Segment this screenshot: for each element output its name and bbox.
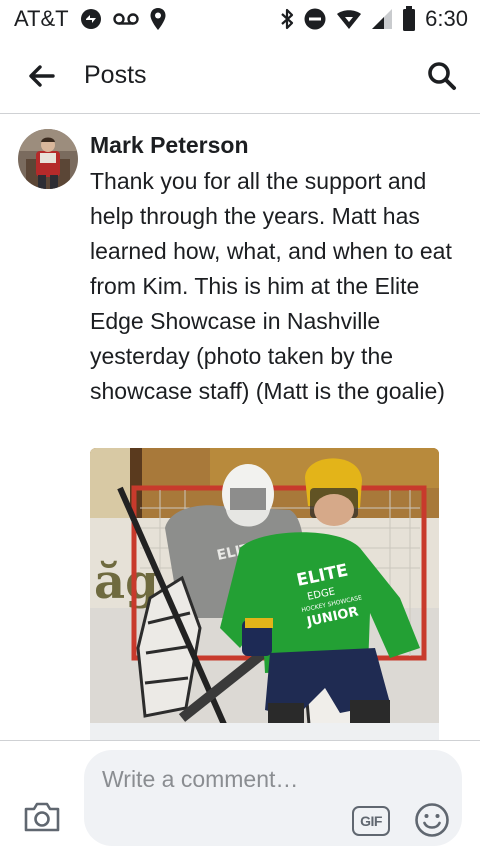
battery-icon — [402, 6, 416, 32]
camera-icon — [24, 802, 60, 832]
post-author[interactable]: Mark Peterson — [90, 132, 249, 159]
emoji-icon[interactable] — [414, 802, 450, 838]
wifi-icon — [336, 8, 362, 30]
avatar[interactable] — [18, 129, 78, 189]
status-left: AT&T — [14, 6, 167, 32]
comment-placeholder: Write a comment… — [102, 766, 299, 792]
carrier-label: AT&T — [14, 6, 69, 31]
data-saver-icon — [79, 7, 103, 31]
arrow-left-icon — [29, 64, 55, 87]
clock: 6:30 — [425, 6, 468, 31]
post-body: Thank you for all the support and help t… — [90, 168, 452, 404]
status-bar: AT&T 6:30 — [0, 0, 480, 38]
camera-button[interactable] — [20, 797, 64, 837]
status-right: 6:30 — [280, 6, 468, 32]
voicemail-icon — [112, 11, 139, 27]
signal-icon — [371, 8, 393, 30]
comment-input[interactable]: Write a comment… GIF — [84, 750, 462, 846]
post: Mark Peterson Thank you for all the supp… — [0, 114, 480, 740]
do-not-disturb-icon — [303, 7, 327, 31]
post-photo[interactable]: ăg ELIT ELITE EDGE HOCKEY SHOWCASE JUNIO… — [90, 448, 439, 740]
back-button[interactable] — [0, 38, 84, 114]
search-button[interactable] — [404, 38, 480, 114]
bluetooth-icon — [280, 7, 294, 31]
search-icon — [428, 61, 456, 90]
location-icon — [149, 7, 167, 31]
app-bar: Posts — [0, 38, 480, 114]
gif-button[interactable]: GIF — [352, 806, 390, 836]
comment-composer: Write a comment… GIF — [0, 740, 480, 854]
page-title: Posts — [84, 61, 147, 89]
